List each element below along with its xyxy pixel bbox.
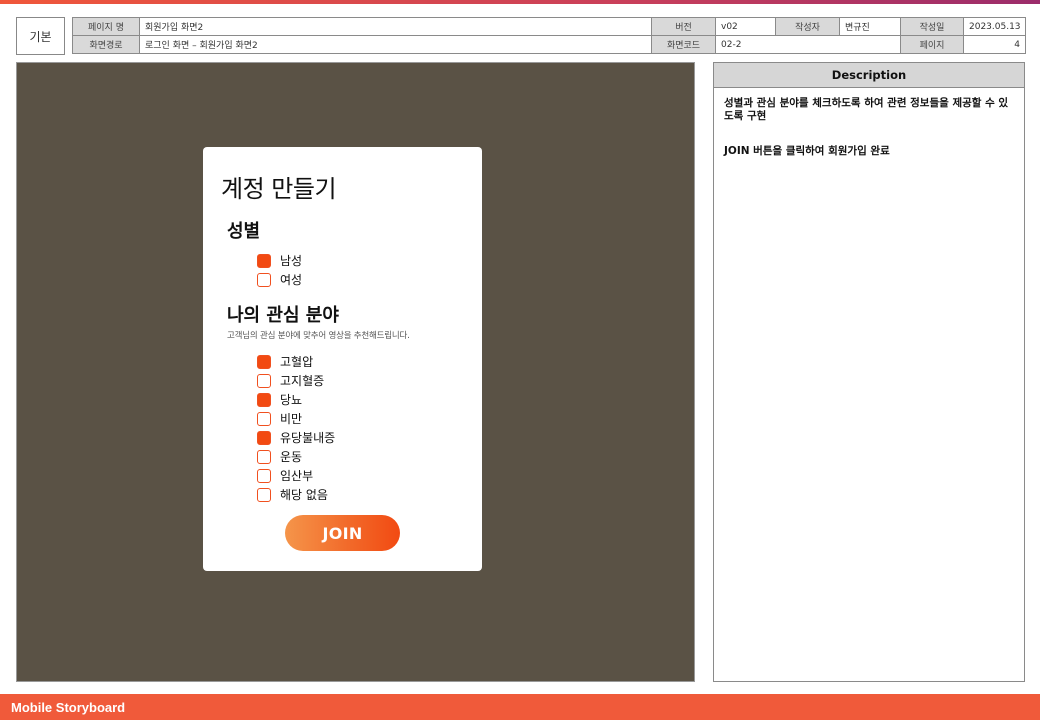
gender-options: 남성 여성 — [257, 251, 302, 289]
option-label: 고지혈증 — [280, 374, 325, 388]
path-label: 화면경로 — [72, 35, 140, 54]
interest-option[interactable]: 해당 없음 — [257, 485, 335, 504]
storyboard-info-table: 페이지 명 회원가입 화면2 버전 v02 작성자 변규진 작성일 2023.0… — [72, 17, 1026, 54]
option-label: 고혈압 — [280, 355, 314, 369]
code-value: 02-2 — [715, 35, 901, 54]
page-label: 페이지 — [900, 35, 964, 54]
interest-option[interactable]: 운동 — [257, 447, 335, 466]
code-label: 화면코드 — [651, 35, 716, 54]
interest-option[interactable]: 당뇨 — [257, 390, 335, 409]
checkbox-unchecked[interactable] — [257, 373, 271, 388]
option-label: 임산부 — [280, 469, 314, 483]
checkbox-unchecked[interactable] — [257, 411, 271, 426]
author-value: 변규진 — [839, 17, 901, 36]
interest-option[interactable]: 고지혈증 — [257, 371, 335, 390]
footer-title: Mobile Storyboard — [11, 699, 126, 715]
option-label: 남성 — [280, 254, 303, 268]
date-value: 2023.05.13 — [963, 17, 1026, 36]
interest-option[interactable]: 임산부 — [257, 466, 335, 485]
checkbox-checked[interactable] — [257, 354, 271, 369]
top-accent-bar — [0, 0, 1040, 4]
checkbox-checked[interactable] — [257, 430, 271, 445]
interest-option[interactable]: 고혈압 — [257, 352, 335, 371]
checkbox-unchecked[interactable] — [257, 449, 271, 464]
author-label: 작성자 — [775, 17, 840, 36]
description-title: Description — [714, 63, 1024, 88]
option-label: 여성 — [280, 273, 303, 287]
option-label: 운동 — [280, 450, 303, 464]
kibon-label: 기본 — [16, 17, 65, 55]
interest-options: 고혈압 고지혈증 당뇨 비만 유당불내증 운동 임산부 해당 없음 — [257, 352, 335, 504]
version-value: v02 — [715, 17, 776, 36]
interest-option[interactable]: 비만 — [257, 409, 335, 428]
checkbox-unchecked[interactable] — [257, 468, 271, 483]
date-label: 작성일 — [900, 17, 964, 36]
option-label: 당뇨 — [280, 393, 303, 407]
version-label: 버전 — [651, 17, 716, 36]
description-line: JOIN 버튼을 클릭하여 회원가입 완료 — [724, 145, 890, 157]
checkbox-checked[interactable] — [257, 253, 271, 268]
interest-option[interactable]: 유당불내증 — [257, 428, 335, 447]
screen-canvas: 계정 만들기 성별 남성 여성 나의 관심 분야 고객님의 관심 분야에 맞추어… — [16, 62, 695, 682]
checkbox-unchecked[interactable] — [257, 487, 271, 502]
page-name-value: 회원가입 화면2 — [139, 17, 652, 36]
option-label: 비만 — [280, 412, 303, 426]
checkbox-checked[interactable] — [257, 392, 271, 407]
page-name-label: 페이지 명 — [72, 17, 140, 36]
interests-section-title: 나의 관심 분야 — [227, 305, 339, 326]
interests-subtitle: 고객님의 관심 분야에 맞추어 영상을 추천해드립니다. — [227, 331, 410, 341]
gender-section-title: 성별 — [227, 221, 261, 242]
gender-option-female[interactable]: 여성 — [257, 270, 302, 289]
join-button[interactable]: JOIN — [285, 515, 400, 551]
description-line: 성별과 관심 분야를 체크하도록 하여 관련 정보들을 제공할 수 있도록 구현 — [724, 97, 1009, 122]
page-value: 4 — [963, 35, 1026, 54]
checkbox-unchecked[interactable] — [257, 272, 271, 287]
option-label: 유당불내증 — [280, 431, 336, 445]
description-panel: Description 성별과 관심 분야를 체크하도록 하여 관련 정보들을 … — [713, 62, 1025, 682]
path-value: 로그인 화면 – 회원가입 화면2 — [139, 35, 652, 54]
option-label: 해당 없음 — [280, 488, 328, 502]
footer-bar: Mobile Storyboard — [0, 694, 1040, 720]
card-title: 계정 만들기 — [221, 175, 337, 203]
signup-card: 계정 만들기 성별 남성 여성 나의 관심 분야 고객님의 관심 분야에 맞추어… — [203, 147, 482, 571]
gender-option-male[interactable]: 남성 — [257, 251, 302, 270]
